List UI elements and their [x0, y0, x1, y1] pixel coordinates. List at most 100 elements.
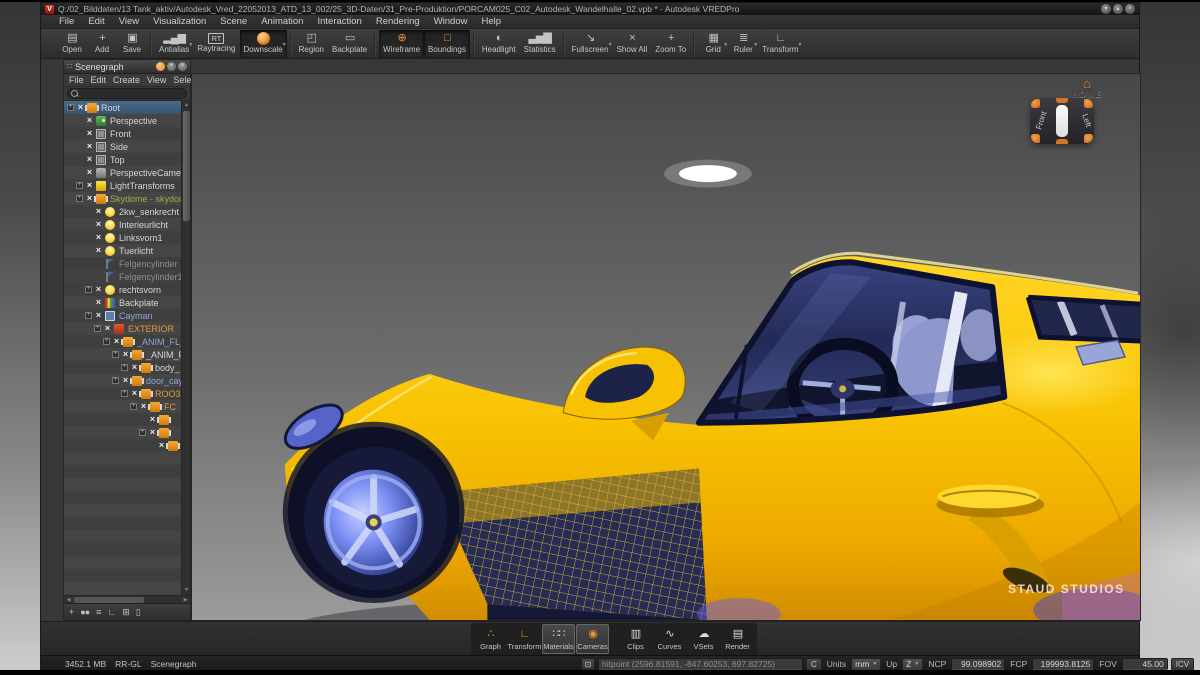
tree-row-anim-fl-do[interactable]: +×_ANIM_FL_Do: [64, 335, 181, 348]
toolbar-antialias-button[interactable]: ▂▄▆Antialias▼: [155, 30, 193, 58]
duplicate-icon[interactable]: ⊞: [122, 607, 129, 618]
expander-icon[interactable]: +: [130, 403, 137, 410]
scenegraph-tree[interactable]: +×Root×Perspective×Front×Side×Top×Perspe…: [64, 101, 181, 595]
visibility-checkbox[interactable]: ×: [76, 101, 85, 114]
scroll-up-icon[interactable]: ▴: [182, 101, 191, 110]
snap-icon[interactable]: ⊡: [581, 658, 595, 670]
tree-row-anim-fl[interactable]: +×_ANIM_FL: [64, 348, 181, 361]
search-box[interactable]: [67, 88, 187, 99]
tree-row-lighttransforms[interactable]: +×LightTransforms: [64, 179, 181, 192]
visibility-checkbox[interactable]: ×: [148, 413, 157, 426]
scrollbar-thumb[interactable]: [183, 111, 190, 221]
filter-icon[interactable]: ≡: [96, 607, 100, 617]
expander-icon[interactable]: +: [139, 429, 146, 436]
viewcube-left-face[interactable]: Left: [1080, 113, 1093, 128]
visibility-checkbox[interactable]: ×: [85, 114, 94, 127]
tree-row-top[interactable]: ×Top: [64, 153, 181, 166]
menu-file[interactable]: File: [59, 16, 74, 27]
tree-row-fc[interactable]: +×FC: [64, 400, 181, 413]
add-node-icon[interactable]: +: [69, 607, 73, 617]
viewport[interactable]: ⌂ HOME Front Left STAUD STUDIOS: [191, 73, 1141, 621]
tree-row-skydome-skydome[interactable]: +×Skydome - skydome: [64, 192, 181, 205]
visibility-checkbox[interactable]: ×: [121, 374, 130, 387]
toolbar-boundings-button[interactable]: □Boundings: [424, 30, 470, 58]
tree-row-interieurlicht[interactable]: ×Interieurlicht: [64, 218, 181, 231]
tree-row-rechtsvorn[interactable]: +×rechtsvorn: [64, 283, 181, 296]
menu-edit[interactable]: Edit: [88, 16, 104, 27]
tree-row-exterior[interactable]: +×EXTERIOR: [64, 322, 181, 335]
tree-row-cayman[interactable]: +×Cayman: [64, 309, 181, 322]
fcp-field[interactable]: [1032, 658, 1094, 670]
dock-cameras-button[interactable]: ◉Cameras: [576, 624, 609, 654]
tree-row-node[interactable]: ×: [64, 439, 181, 452]
tree-row-roo31[interactable]: +×ROO31: [64, 387, 181, 400]
toolbar-region-button[interactable]: ◰Region: [295, 30, 328, 58]
toolbar-wireframe-button[interactable]: ⊕Wireframe: [379, 30, 424, 58]
dock-render-button[interactable]: ▤Render: [721, 624, 754, 654]
visibility-checkbox[interactable]: ×: [139, 400, 148, 413]
dock-clips-button[interactable]: ▥Clips: [619, 624, 652, 654]
expander-icon[interactable]: +: [76, 182, 83, 189]
toolbar-grid-button[interactable]: ▦Grid▼: [698, 30, 728, 58]
menu-visualization[interactable]: Visualization: [153, 16, 206, 27]
viewcube-front-face[interactable]: Front: [1034, 110, 1048, 131]
toolbar-statistics-button[interactable]: ▃▅▇Statistics: [520, 30, 560, 58]
viewcube-corner-icon[interactable]: [1031, 99, 1040, 108]
visibility-checkbox[interactable]: ×: [85, 179, 94, 192]
tree-row-front[interactable]: ×Front: [64, 127, 181, 140]
tree-row-felgencylinder[interactable]: Felgencylinder: [64, 257, 181, 270]
visibility-checkbox[interactable]: ×: [94, 283, 103, 296]
tree-horizontal-scrollbar[interactable]: ◀ ▶: [64, 595, 190, 603]
visibility-checkbox[interactable]: ×: [130, 387, 139, 400]
window-close-button[interactable]: ×: [1125, 4, 1135, 14]
expander-icon[interactable]: +: [85, 286, 92, 293]
viewcube-corner-icon[interactable]: [1031, 134, 1040, 143]
dock-materials-button[interactable]: ∷∷Materials: [542, 624, 575, 654]
expander-icon[interactable]: +: [121, 390, 128, 397]
menu-rendering[interactable]: Rendering: [376, 16, 420, 27]
tree-vertical-scrollbar[interactable]: ▴ ▾: [181, 101, 190, 595]
tree-row-backplate[interactable]: ×Backplate: [64, 296, 181, 309]
panel-pin-button[interactable]: [156, 62, 165, 71]
expander-icon[interactable]: +: [67, 104, 74, 111]
visibility-checkbox[interactable]: ×: [94, 244, 103, 257]
toolbar-save-button[interactable]: ▣Save: [117, 30, 147, 58]
viewcube[interactable]: Front Left: [1030, 98, 1094, 144]
tree-row-node[interactable]: +×: [64, 426, 181, 439]
fov-field[interactable]: [1122, 658, 1168, 670]
panel-close-button[interactable]: ×: [178, 62, 187, 71]
toolbar-headlight-button[interactable]: ◐Headlight: [478, 30, 520, 58]
tree-row-linksvorn1[interactable]: ×Linksvorn1: [64, 231, 181, 244]
scenegraph-header[interactable]: ∷ Scenegraph + ×: [64, 60, 190, 74]
chevron-down-icon[interactable]: ▼: [608, 42, 613, 48]
delete-icon[interactable]: ▯: [136, 607, 140, 618]
select-dots-icon[interactable]: ●●: [80, 607, 89, 617]
scenegraph-menu-file[interactable]: File: [69, 75, 84, 85]
viewcube-edge-icon[interactable]: [1056, 139, 1068, 144]
dock-graph-button[interactable]: ∴Graph: [474, 624, 507, 654]
tree-row-tuerlicht[interactable]: ×Tuerlicht: [64, 244, 181, 257]
menu-scene[interactable]: Scene: [220, 16, 247, 27]
scenegraph-menu-edit[interactable]: Edit: [91, 75, 107, 85]
menu-animation[interactable]: Animation: [261, 16, 303, 27]
window-maximize-button[interactable]: ▴: [1113, 4, 1123, 14]
toolbar-backplate-button[interactable]: ▭Backplate: [328, 30, 371, 58]
toolbar-raytracing-button[interactable]: RTRaytracing: [193, 30, 239, 58]
menu-view[interactable]: View: [119, 16, 139, 27]
c-button[interactable]: C: [806, 658, 822, 671]
expander-icon[interactable]: +: [121, 364, 128, 371]
transform-node-icon[interactable]: ∟: [107, 607, 115, 617]
toolbar-fullscreen-button[interactable]: ↘Fullscreen▼: [568, 30, 613, 58]
visibility-checkbox[interactable]: ×: [148, 426, 157, 439]
tree-row-felgencylinder1[interactable]: Felgencylinder1: [64, 270, 181, 283]
toolbar-zoomto-button[interactable]: +Zoom To: [651, 30, 690, 58]
tree-row-body[interactable]: +×body_: [64, 361, 181, 374]
visibility-checkbox[interactable]: ×: [94, 231, 103, 244]
visibility-checkbox[interactable]: ×: [85, 140, 94, 153]
toolbar-showall-button[interactable]: ×Show All: [613, 30, 652, 58]
visibility-checkbox[interactable]: ×: [85, 166, 94, 179]
scroll-down-icon[interactable]: ▾: [182, 586, 191, 595]
expander-icon[interactable]: +: [76, 195, 83, 202]
panel-float-button[interactable]: +: [167, 62, 176, 71]
toolbar-transform-button[interactable]: ∟Transform▼: [758, 30, 802, 58]
